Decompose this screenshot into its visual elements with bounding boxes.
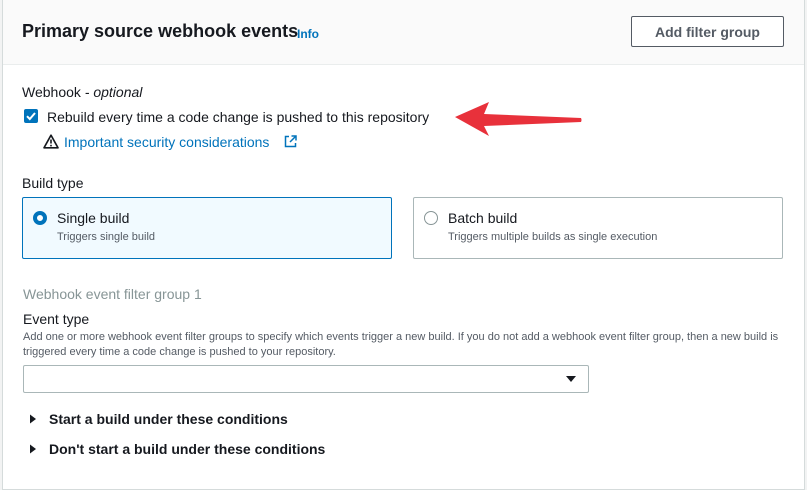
single-build-radio[interactable] [33,211,47,225]
start-conditions-expander[interactable]: Start a build under these conditions [29,411,329,429]
panel-title: Primary source webhook events [22,21,299,41]
single-build-option[interactable]: Single build Triggers single build [22,197,392,259]
event-type-select[interactable] [23,365,589,393]
batch-build-option[interactable]: Batch build Triggers multiple builds as … [413,197,783,259]
external-link-icon[interactable] [284,135,297,148]
filter-group-title: Webhook event filter group 1 [23,286,202,302]
event-type-description: Add one or more webhook event filter gro… [23,331,779,358]
optional-label: - optional [80,84,143,100]
single-build-description: Triggers single build [57,231,156,243]
warning-icon [43,134,59,149]
annotation-arrow [455,102,582,136]
rebuild-checkbox-label[interactable]: Rebuild every time a code change is push… [47,109,429,125]
info-link[interactable]: Info [297,27,319,41]
add-filter-group-button[interactable]: Add filter group [631,16,784,47]
batch-build-description: Triggers multiple builds as single execu… [448,231,658,243]
webhook-label: Webhook - optional [22,84,142,100]
caret-down-icon [566,376,576,382]
webhook-label-text: Webhook [22,84,81,100]
security-considerations-link[interactable]: Important security considerations [64,134,269,150]
event-type-label: Event type [23,311,90,327]
dont-start-conditions-label: Don't start a build under these conditio… [49,441,326,457]
caret-right-icon [30,414,36,424]
batch-build-radio[interactable] [424,211,438,225]
webhook-events-panel: Primary source webhook events Info Add f… [2,0,805,490]
batch-build-title: Batch build [448,210,518,226]
check-icon [26,112,36,121]
caret-right-icon [30,444,36,454]
build-type-label: Build type [22,175,84,191]
single-build-title: Single build [57,210,130,226]
panel-header: Primary source webhook events Info Add f… [3,0,804,65]
dont-start-conditions-expander[interactable]: Don't start a build under these conditio… [29,441,349,459]
start-conditions-label: Start a build under these conditions [49,411,288,427]
rebuild-checkbox[interactable] [24,109,38,123]
